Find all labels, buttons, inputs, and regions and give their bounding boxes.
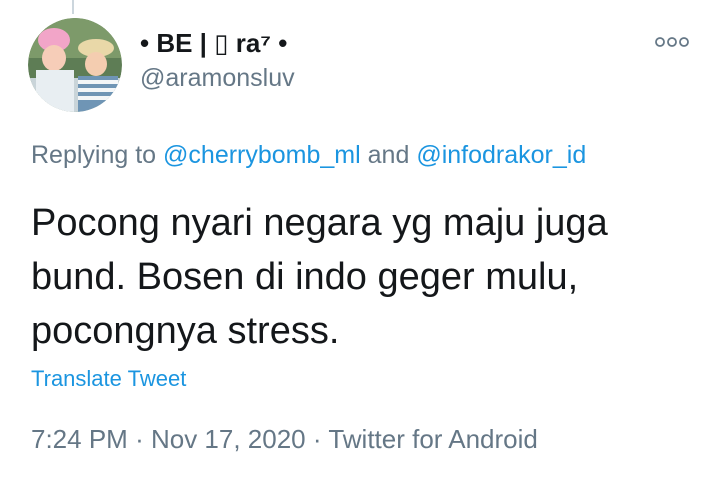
author-display-name[interactable]: • BE | ▯ ra⁷ •: [140, 28, 287, 59]
avatar[interactable]: [28, 18, 122, 112]
tweet-metadata: 7:24 PM · Nov 17, 2020 · Twitter for And…: [31, 424, 538, 455]
mention-link-infodrakor[interactable]: @infodrakor_id: [416, 141, 586, 169]
more-options-button[interactable]: [652, 30, 692, 54]
tweet-time[interactable]: 7:24 PM: [31, 424, 128, 454]
more-options-icon: [655, 37, 689, 47]
meta-separator: ·: [312, 424, 322, 454]
replying-to-prefix: Replying to: [31, 141, 157, 169]
replying-to-conjunction: and: [367, 141, 410, 169]
thread-connector-line: [72, 0, 74, 14]
tweet-text: Pocong nyari negara yg maju juga bund. B…: [31, 202, 608, 352]
author-handle[interactable]: @aramonsluv: [140, 64, 295, 93]
tweet-source[interactable]: Twitter for Android: [328, 424, 538, 454]
tweet-date[interactable]: Nov 17, 2020: [151, 424, 306, 454]
mention-link-cherrybomb[interactable]: @cherrybomb_ml: [163, 141, 361, 169]
translate-tweet-link[interactable]: Translate Tweet: [31, 366, 186, 392]
meta-separator: ·: [135, 424, 144, 454]
replying-to-line: Replying to @cherrybomb_ml and @infodrak…: [31, 141, 586, 170]
avatar-photo: [28, 18, 122, 112]
